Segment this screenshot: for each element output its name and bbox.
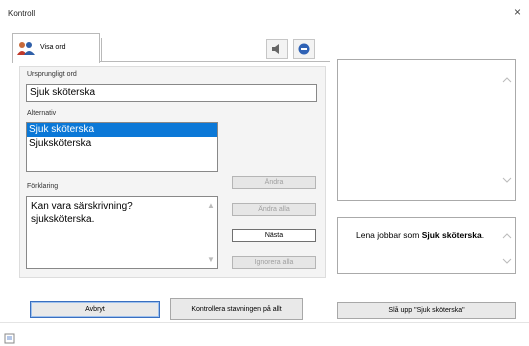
speaker-button[interactable] bbox=[266, 39, 288, 59]
lookup-button[interactable]: Slå upp "Sjuk sköterska" bbox=[337, 302, 516, 319]
chevron-up-icon[interactable] bbox=[502, 232, 512, 240]
explanation-label: Förklaring bbox=[27, 183, 59, 190]
list-item[interactable]: Sjuksköterska bbox=[27, 137, 217, 151]
stop-button[interactable] bbox=[293, 39, 315, 59]
next-button[interactable]: Nästa bbox=[232, 229, 316, 242]
ignore-all-button[interactable]: Ignorera alla bbox=[232, 256, 316, 269]
context-highlight: Sjuk bbox=[421, 230, 440, 240]
tab-label: Visa ord bbox=[40, 44, 66, 51]
alternatives-label: Alternativ bbox=[27, 110, 57, 117]
explanation-scrollbar[interactable]: ▲ ▼ bbox=[205, 197, 217, 268]
chevron-down-icon[interactable]: ▼ bbox=[207, 253, 215, 266]
tab-separator bbox=[101, 38, 102, 62]
context-text: Lena jobbar som bbox=[356, 230, 422, 240]
speaker-icon bbox=[272, 44, 279, 54]
change-button[interactable]: Ändra bbox=[232, 176, 316, 189]
stop-icon bbox=[298, 43, 310, 55]
list-item[interactable]: Sjuk sköterska bbox=[27, 123, 217, 137]
chevron-up-icon[interactable] bbox=[502, 76, 512, 84]
tab-visa-ord[interactable]: Visa ord bbox=[12, 33, 100, 63]
window-title: Kontroll bbox=[8, 9, 36, 18]
chevron-down-icon[interactable] bbox=[502, 176, 512, 184]
close-icon[interactable]: × bbox=[514, 5, 521, 19]
context-preview: Lena jobbar som Sjuk sköterska. bbox=[337, 217, 516, 274]
explanation-line: sjuksköterska. bbox=[31, 214, 95, 225]
original-word-label: Ursprungligt ord bbox=[27, 71, 77, 78]
explanation-line: Kan vara särskrivning? bbox=[31, 201, 133, 212]
context-sentence: Lena jobbar som Sjuk sköterska. bbox=[356, 229, 494, 241]
change-all-button[interactable]: Ändra alla bbox=[232, 203, 316, 216]
check-spelling-button[interactable]: Kontrollera stavningen på allt bbox=[170, 298, 303, 320]
document-icon bbox=[4, 333, 15, 344]
context-highlight: sköterska bbox=[442, 230, 482, 240]
chevron-down-icon[interactable] bbox=[502, 257, 512, 265]
explanation-text: Kan vara särskrivning? sjuksköterska. ▲ … bbox=[26, 196, 218, 269]
original-word-field[interactable]: Sjuk sköterska bbox=[26, 84, 317, 102]
chevron-up-icon[interactable]: ▲ bbox=[207, 199, 215, 212]
context-text: . bbox=[481, 230, 485, 240]
users-icon bbox=[17, 42, 35, 55]
cancel-button[interactable]: Avbryt bbox=[30, 301, 160, 318]
status-bar-divider bbox=[0, 322, 529, 323]
info-box bbox=[337, 59, 516, 201]
alternatives-list[interactable]: Sjuk sköterska Sjuksköterska bbox=[26, 122, 218, 172]
